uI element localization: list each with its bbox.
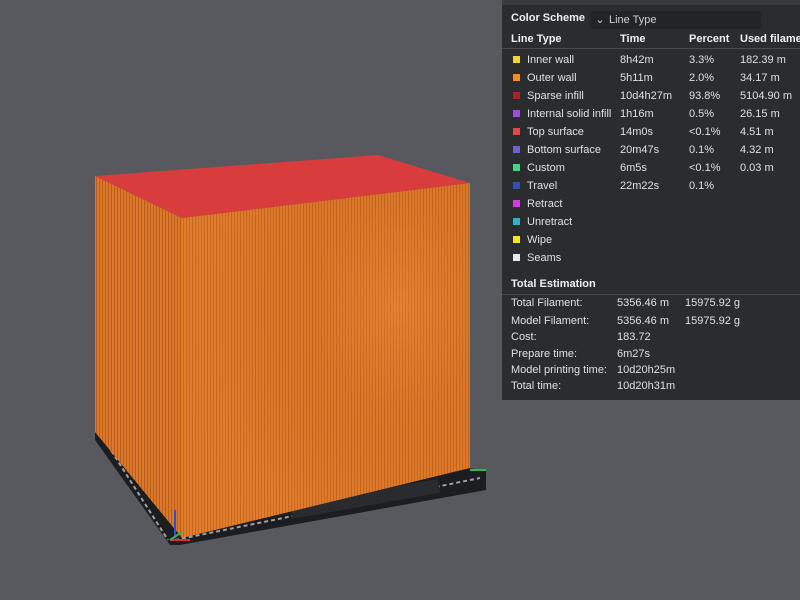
- total-estimation-title: Total Estimation: [511, 278, 596, 290]
- color-scheme-select[interactable]: ⌄ Line Type: [591, 11, 761, 29]
- line-type-name: Top surface: [527, 126, 584, 138]
- line-type-percent: 2.0%: [689, 72, 715, 84]
- line-type-name: Custom: [527, 162, 565, 174]
- header-used-filament: Used filame: [740, 33, 800, 45]
- legend-row-bottom-surface[interactable]: Bottom surface 20m47s 0.1% 4.32 m: [502, 143, 800, 161]
- estimation-value: 183.72: [617, 331, 651, 343]
- line-type-used: 34.17 m: [740, 72, 780, 84]
- line-type-percent: 0.1%: [689, 180, 715, 192]
- estimation-value: 10d20h25m: [617, 364, 676, 376]
- estimation-value: 5356.46 m: [617, 315, 669, 327]
- line-type-name: Internal solid infill: [527, 108, 612, 120]
- estimation-row-prepare-time: Prepare time: 6m27s: [502, 348, 800, 365]
- estimation-row-cost: Cost: 183.72: [502, 331, 800, 348]
- estimation-weight: 15975.92 g: [685, 297, 741, 309]
- legend-row-seams[interactable]: Seams: [502, 251, 800, 269]
- model-left-face[interactable]: [95, 176, 182, 538]
- line-type-time: 20m47s: [620, 144, 660, 156]
- line-type-percent: 93.8%: [689, 90, 721, 102]
- line-type-used: 5104.90 m: [740, 90, 792, 102]
- header-divider: [502, 48, 800, 49]
- line-type-name: Inner wall: [527, 54, 575, 66]
- color-scheme-label: Color Scheme: [511, 12, 585, 24]
- estimation-divider: [502, 294, 800, 295]
- legend-row-internal-solid-infill[interactable]: Internal solid infill 1h16m 0.5% 26.15 m: [502, 107, 800, 125]
- color-swatch: [513, 236, 520, 243]
- line-type-time: 10d4h27m: [620, 90, 672, 102]
- line-type-percent: <0.1%: [689, 162, 721, 174]
- estimation-weight: 15975.92 g: [685, 315, 741, 327]
- color-swatch: [513, 56, 520, 63]
- color-swatch: [513, 254, 520, 261]
- legend-row-wipe[interactable]: Wipe: [502, 233, 800, 251]
- header-line-type: Line Type: [511, 33, 562, 45]
- line-type-name: Bottom surface: [527, 144, 601, 156]
- line-type-name: Retract: [527, 198, 563, 210]
- estimation-row-total-time: Total time: 10d20h31m: [502, 380, 800, 397]
- color-swatch: [513, 74, 520, 81]
- line-type-time: 14m0s: [620, 126, 654, 138]
- line-type-used: 0.03 m: [740, 162, 774, 174]
- estimation-label: Cost:: [511, 331, 537, 343]
- legend-row-sparse-infill[interactable]: Sparse infill 10d4h27m 93.8% 5104.90 m: [502, 89, 800, 107]
- line-type-time: 1h16m: [620, 108, 654, 120]
- legend-row-travel[interactable]: Travel 22m22s 0.1%: [502, 179, 800, 197]
- header-time: Time: [620, 33, 646, 45]
- legend-row-unretract[interactable]: Unretract: [502, 215, 800, 233]
- estimation-label: Total Filament:: [511, 297, 583, 309]
- estimation-row-total-filament: Total Filament: 5356.46 m 15975.92 g: [502, 297, 800, 314]
- legend-row-custom[interactable]: Custom 6m5s <0.1% 0.03 m: [502, 161, 800, 179]
- color-scheme-value: Line Type: [609, 14, 657, 26]
- legend-panel: Color Scheme ⌄ Line Type Line Type Time …: [502, 0, 800, 400]
- line-type-time: 5h11m: [620, 72, 653, 84]
- line-type-percent: <0.1%: [689, 126, 721, 138]
- legend-row-outer-wall[interactable]: Outer wall 5h11m 2.0% 34.17 m: [502, 71, 800, 89]
- estimation-row-model-printing-time: Model printing time: 10d20h25m: [502, 364, 800, 381]
- line-type-used: 26.15 m: [740, 108, 780, 120]
- line-type-percent: 0.1%: [689, 144, 715, 156]
- line-type-name: Sparse infill: [527, 90, 584, 102]
- line-type-used: 4.51 m: [740, 126, 774, 138]
- line-type-used: 182.39 m: [740, 54, 786, 66]
- line-type-percent: 0.5%: [689, 108, 715, 120]
- panel-top-strip: [502, 0, 800, 5]
- color-swatch: [513, 200, 520, 207]
- chevron-down-icon[interactable]: ⌄: [591, 11, 609, 29]
- header-percent: Percent: [689, 33, 730, 45]
- estimation-label: Model Filament:: [511, 315, 590, 327]
- color-swatch: [513, 164, 520, 171]
- line-type-name: Unretract: [527, 216, 573, 228]
- legend-row-retract[interactable]: Retract: [502, 197, 800, 215]
- legend-row-top-surface[interactable]: Top surface 14m0s <0.1% 4.51 m: [502, 125, 800, 143]
- estimation-value: 6m27s: [617, 348, 651, 360]
- color-swatch: [513, 218, 520, 225]
- line-type-time: 6m5s: [620, 162, 647, 174]
- color-swatch: [513, 146, 520, 153]
- line-type-used: 4.32 m: [740, 144, 774, 156]
- color-swatch: [513, 182, 520, 189]
- color-swatch: [513, 110, 520, 117]
- line-type-name: Outer wall: [527, 72, 577, 84]
- estimation-label: Total time:: [511, 380, 562, 392]
- line-type-time: 22m22s: [620, 180, 660, 192]
- estimation-row-model-filament: Model Filament: 5356.46 m 15975.92 g: [502, 315, 800, 332]
- line-type-time: 8h42m: [620, 54, 654, 66]
- line-type-percent: 3.3%: [689, 54, 715, 66]
- estimation-value: 5356.46 m: [617, 297, 669, 309]
- estimation-label: Model printing time:: [511, 364, 607, 376]
- line-type-name: Travel: [527, 180, 558, 192]
- line-type-name: Seams: [527, 252, 562, 264]
- color-swatch: [513, 92, 520, 99]
- line-type-name: Wipe: [527, 234, 553, 246]
- color-swatch: [513, 128, 520, 135]
- estimation-value: 10d20h31m: [617, 380, 676, 392]
- estimation-label: Prepare time:: [511, 348, 578, 360]
- legend-row-inner-wall[interactable]: Inner wall 8h42m 3.3% 182.39 m: [502, 53, 800, 71]
